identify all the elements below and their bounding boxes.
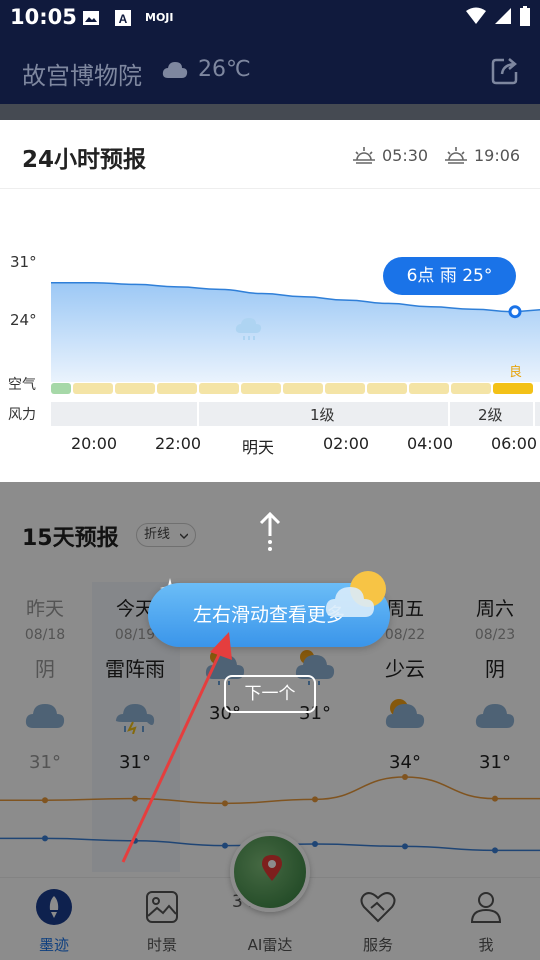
guide-arrow	[121, 632, 232, 863]
weather-app-screen: 10:05 A MOJI 故宫博物院 26℃ 24小时预报 05:30 19:0…	[0, 0, 540, 960]
